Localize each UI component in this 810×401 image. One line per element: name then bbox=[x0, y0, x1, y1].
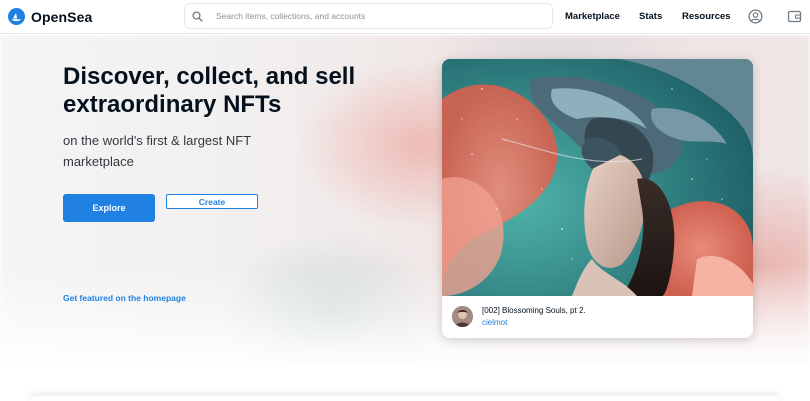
create-button[interactable]: Create bbox=[166, 194, 258, 209]
featured-nft-card[interactable]: [002] Blossoming Souls, pt 2. cielmot bbox=[442, 59, 753, 338]
nav-marketplace[interactable]: Marketplace bbox=[565, 11, 620, 22]
nft-creator-link[interactable]: cielmot bbox=[482, 318, 507, 327]
top-navigation-bar: OpenSea Marketplace Stats Resources bbox=[0, 0, 810, 34]
explore-button[interactable]: Explore bbox=[63, 194, 155, 222]
search-input[interactable] bbox=[216, 11, 536, 21]
wallet-icon[interactable] bbox=[786, 8, 803, 25]
nav-stats[interactable]: Stats bbox=[639, 11, 662, 22]
search-bar bbox=[184, 3, 553, 29]
get-featured-link[interactable]: Get featured on the homepage bbox=[63, 293, 186, 303]
nft-title: [002] Blossoming Souls, pt 2. bbox=[482, 306, 586, 315]
next-section-edge bbox=[30, 396, 780, 401]
nft-card-footer: [002] Blossoming Souls, pt 2. cielmot bbox=[442, 296, 753, 338]
opensea-logo[interactable]: OpenSea bbox=[8, 8, 92, 25]
hero-headline: Discover, collect, and sell extraordinar… bbox=[63, 63, 356, 118]
nav-resources[interactable]: Resources bbox=[682, 11, 731, 22]
search-icon bbox=[192, 10, 214, 22]
hero-subheadline: on the world's first & largest NFT marke… bbox=[63, 133, 251, 169]
account-icon[interactable] bbox=[747, 8, 764, 25]
opensea-logo-icon bbox=[8, 8, 25, 25]
creator-avatar[interactable] bbox=[452, 306, 473, 327]
logo-text: OpenSea bbox=[31, 8, 93, 25]
nft-artwork-image[interactable] bbox=[442, 59, 753, 296]
